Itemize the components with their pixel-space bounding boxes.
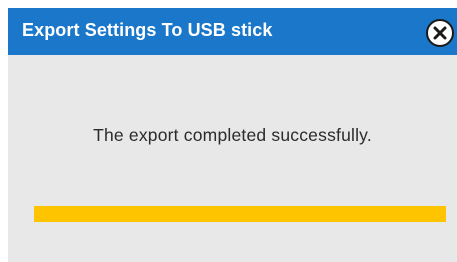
dialog-titlebar: Export Settings To USB stick — [8, 8, 457, 55]
progress-bar-fill — [34, 206, 446, 222]
export-dialog: Export Settings To USB stick The export … — [8, 8, 457, 262]
close-button[interactable] — [426, 19, 454, 47]
dialog-title: Export Settings To USB stick — [22, 20, 273, 40]
progress-bar — [34, 206, 446, 222]
status-message: The export completed successfully. — [93, 125, 372, 145]
close-icon — [433, 26, 447, 40]
